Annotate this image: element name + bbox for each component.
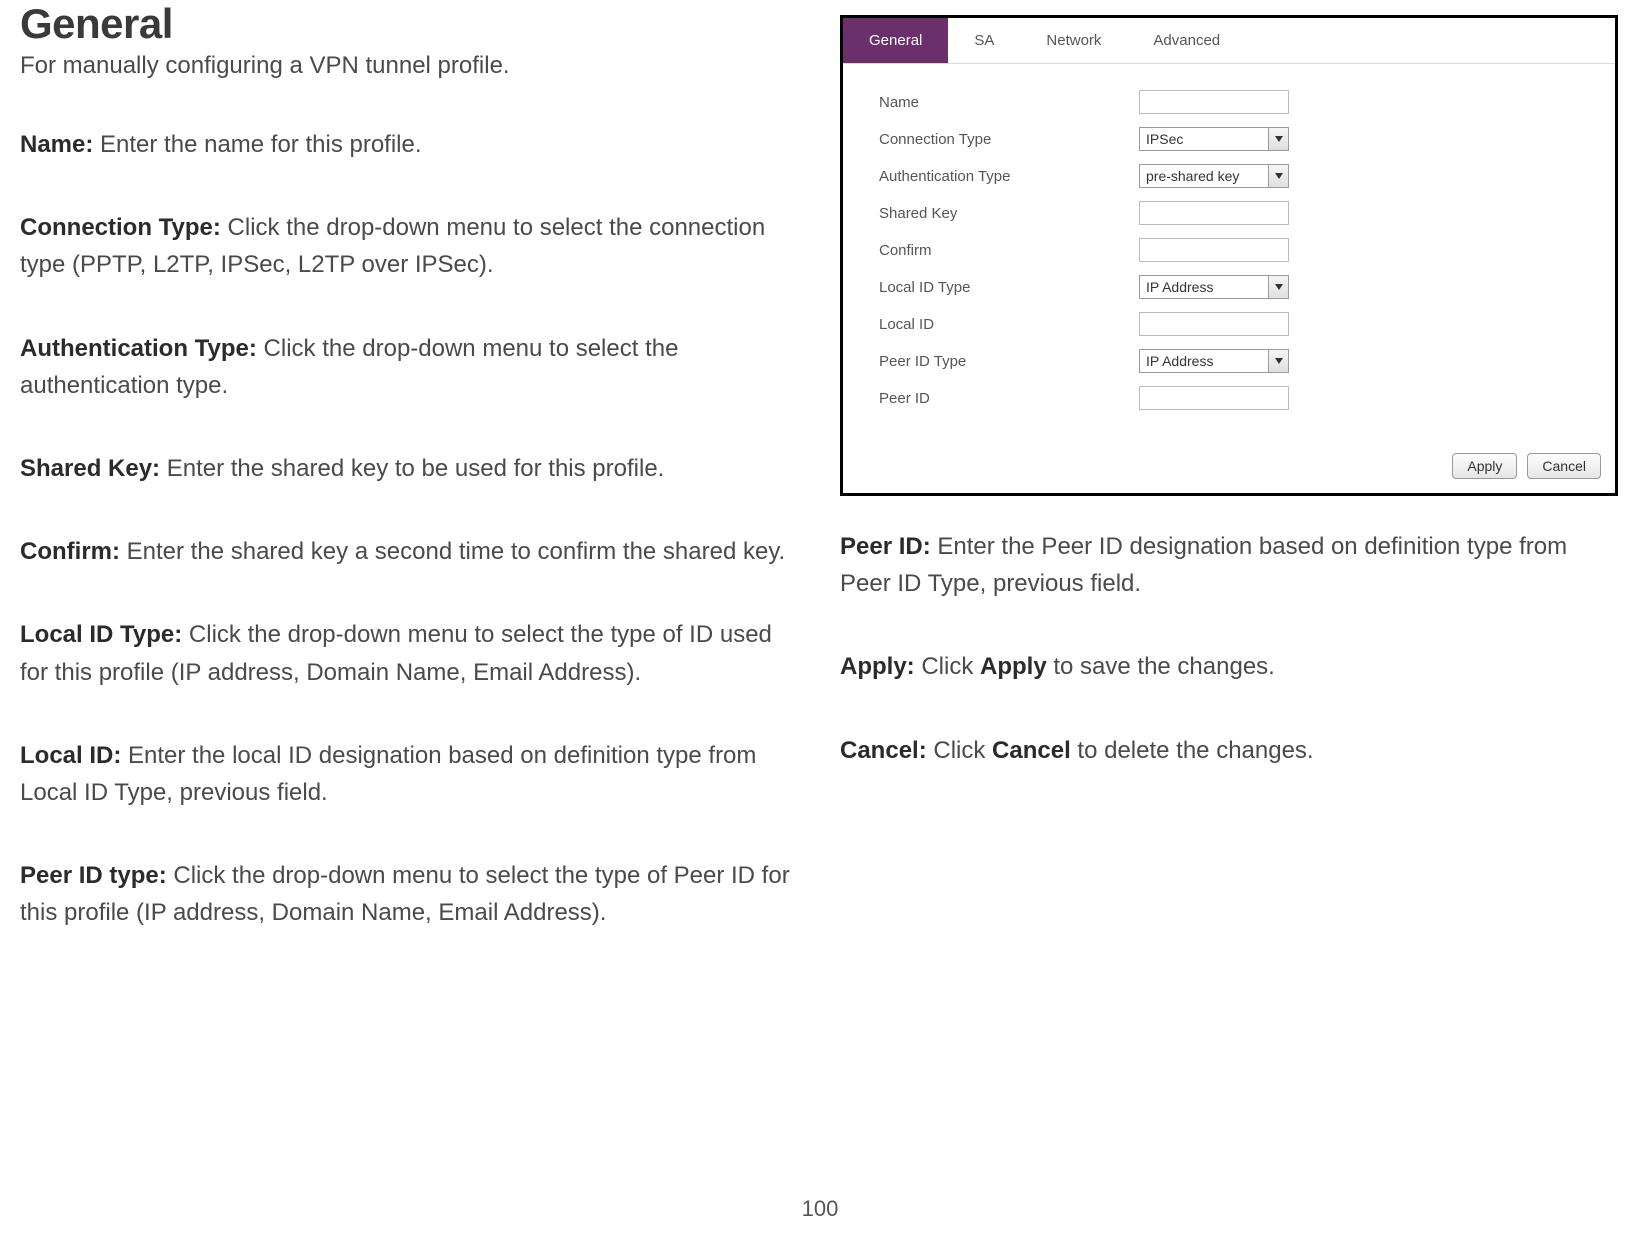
desc-local-id: Local ID: Enter the local ID designation… bbox=[20, 737, 800, 811]
label-authentication-type: Authentication Type bbox=[879, 168, 1139, 185]
label-peer-id-type: Peer ID Type bbox=[879, 353, 1139, 370]
select-value: IPSec bbox=[1146, 131, 1183, 147]
desc-cancel: Cancel: Click Cancel to delete the chang… bbox=[840, 732, 1620, 769]
subtitle: For manually configuring a VPN tunnel pr… bbox=[20, 52, 800, 80]
desc-text: Enter the Peer ID designation based on d… bbox=[840, 533, 1567, 597]
input-shared-key[interactable] bbox=[1139, 201, 1289, 225]
label-connection-type: Connection Type bbox=[879, 131, 1139, 148]
apply-button[interactable]: Apply bbox=[1452, 453, 1517, 479]
row-peer-id: Peer ID bbox=[879, 386, 1579, 410]
desc-label: Shared Key: bbox=[20, 455, 160, 482]
desc-text: Enter the name for this profile. bbox=[93, 131, 421, 158]
desc-pre: Click bbox=[927, 737, 992, 764]
row-local-id: Local ID bbox=[879, 312, 1579, 336]
label-local-id: Local ID bbox=[879, 316, 1139, 333]
desc-local-id-type: Local ID Type: Click the drop-down menu … bbox=[20, 616, 800, 690]
select-value: IP Address bbox=[1146, 279, 1213, 295]
input-confirm[interactable] bbox=[1139, 238, 1289, 262]
desc-text: Enter the local ID designation based on … bbox=[20, 742, 756, 806]
desc-peer-id: Peer ID: Enter the Peer ID designation b… bbox=[840, 528, 1620, 602]
desc-label: Cancel: bbox=[840, 737, 927, 764]
desc-authentication-type: Authentication Type: Click the drop-down… bbox=[20, 330, 800, 404]
chevron-down-icon bbox=[1268, 128, 1288, 150]
tab-sa[interactable]: SA bbox=[948, 18, 1020, 63]
form-area: Name Connection Type IPSec Authenticatio… bbox=[843, 64, 1615, 447]
right-column: General SA Network Advanced Name Connect… bbox=[840, 0, 1620, 977]
left-column: General For manually configuring a VPN t… bbox=[20, 0, 800, 977]
input-name[interactable] bbox=[1139, 90, 1289, 114]
row-peer-id-type: Peer ID Type IP Address bbox=[879, 349, 1579, 373]
desc-label: Connection Type: bbox=[20, 214, 221, 241]
desc-text: Enter the shared key to be used for this… bbox=[160, 455, 664, 482]
desc-post: to delete the changes. bbox=[1071, 737, 1314, 764]
desc-text: Enter the shared key a second time to co… bbox=[120, 538, 785, 565]
page-number: 100 bbox=[802, 1196, 839, 1222]
page-title: General bbox=[20, 0, 800, 48]
desc-label: Local ID Type: bbox=[20, 621, 182, 648]
label-confirm: Confirm bbox=[879, 242, 1139, 259]
tab-general[interactable]: General bbox=[843, 18, 948, 63]
desc-label: Name: bbox=[20, 131, 93, 158]
chevron-down-icon bbox=[1268, 165, 1288, 187]
cancel-button[interactable]: Cancel bbox=[1527, 453, 1601, 479]
label-peer-id: Peer ID bbox=[879, 390, 1139, 407]
desc-apply: Apply: Click Apply to save the changes. bbox=[840, 648, 1620, 685]
desc-peer-id-type: Peer ID type: Click the drop-down menu t… bbox=[20, 857, 800, 931]
label-shared-key: Shared Key bbox=[879, 205, 1139, 222]
input-local-id[interactable] bbox=[1139, 312, 1289, 336]
desc-post: to save the changes. bbox=[1047, 653, 1275, 680]
desc-label: Peer ID: bbox=[840, 533, 931, 560]
label-local-id-type: Local ID Type bbox=[879, 279, 1139, 296]
desc-label: Authentication Type: bbox=[20, 335, 257, 362]
desc-label: Peer ID type: bbox=[20, 862, 167, 889]
desc-shared-key: Shared Key: Enter the shared key to be u… bbox=[20, 450, 800, 487]
row-name: Name bbox=[879, 90, 1579, 114]
row-confirm: Confirm bbox=[879, 238, 1579, 262]
select-peer-id-type[interactable]: IP Address bbox=[1139, 349, 1289, 373]
select-connection-type[interactable]: IPSec bbox=[1139, 127, 1289, 151]
desc-pre: Click bbox=[915, 653, 980, 680]
row-authentication-type: Authentication Type pre-shared key bbox=[879, 164, 1579, 188]
button-row: Apply Cancel bbox=[843, 447, 1615, 493]
vpn-config-panel: General SA Network Advanced Name Connect… bbox=[840, 15, 1618, 496]
desc-confirm: Confirm: Enter the shared key a second t… bbox=[20, 533, 800, 570]
row-shared-key: Shared Key bbox=[879, 201, 1579, 225]
desc-connection-type: Connection Type: Click the drop-down men… bbox=[20, 209, 800, 283]
desc-name: Name: Enter the name for this profile. bbox=[20, 126, 800, 163]
desc-strong: Cancel bbox=[992, 737, 1071, 764]
select-value: IP Address bbox=[1146, 353, 1213, 369]
chevron-down-icon bbox=[1268, 276, 1288, 298]
row-local-id-type: Local ID Type IP Address bbox=[879, 275, 1579, 299]
row-connection-type: Connection Type IPSec bbox=[879, 127, 1579, 151]
tab-network[interactable]: Network bbox=[1020, 18, 1127, 63]
input-peer-id[interactable] bbox=[1139, 386, 1289, 410]
desc-label: Apply: bbox=[840, 653, 915, 680]
select-local-id-type[interactable]: IP Address bbox=[1139, 275, 1289, 299]
tab-advanced[interactable]: Advanced bbox=[1127, 18, 1246, 63]
tab-bar: General SA Network Advanced bbox=[843, 18, 1615, 64]
select-value: pre-shared key bbox=[1146, 168, 1239, 184]
desc-strong: Apply bbox=[980, 653, 1047, 680]
chevron-down-icon bbox=[1268, 350, 1288, 372]
select-authentication-type[interactable]: pre-shared key bbox=[1139, 164, 1289, 188]
label-name: Name bbox=[879, 94, 1139, 111]
desc-label: Local ID: bbox=[20, 742, 121, 769]
desc-label: Confirm: bbox=[20, 538, 120, 565]
